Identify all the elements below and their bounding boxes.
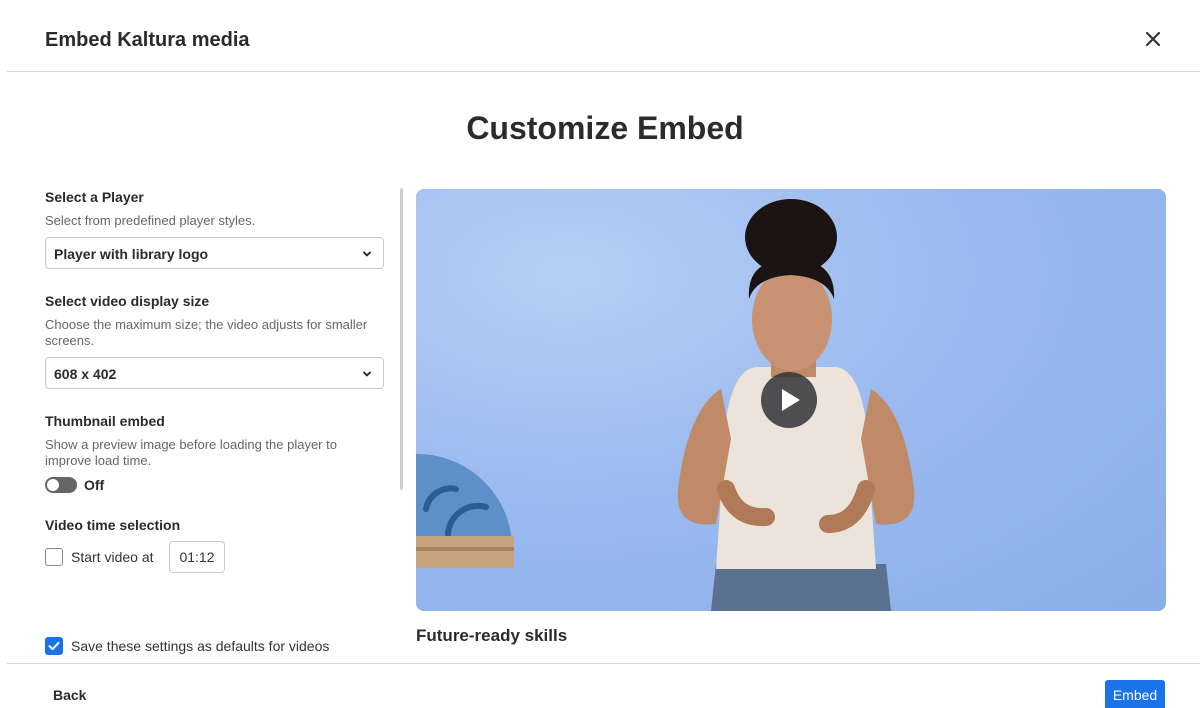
chevron-down-icon (363, 251, 371, 257)
chevron-down-icon (363, 371, 371, 377)
size-select-value: 608 x 402 (54, 366, 117, 382)
play-button[interactable] (761, 372, 817, 428)
footer-divider (7, 663, 1200, 664)
thumbnail-toggle-state: Off (84, 477, 105, 493)
embed-button[interactable]: Embed (1105, 680, 1165, 708)
player-select[interactable]: Player with library logo (45, 237, 384, 269)
settings-scrollbar[interactable] (400, 188, 403, 490)
time-selection-label: Video time selection (45, 517, 181, 533)
size-help: Choose the maximum size; the video adjus… (45, 317, 368, 348)
size-select[interactable]: 608 x 402 (45, 357, 384, 389)
dialog-title: Embed Kaltura media (45, 29, 250, 51)
back-button[interactable]: Back (53, 687, 86, 703)
close-button[interactable] (1140, 26, 1166, 52)
thumbnail-help: Show a preview image before loading the … (45, 437, 337, 468)
start-time-input[interactable]: 01:12 (169, 541, 225, 573)
close-icon (1145, 31, 1161, 47)
player-select-value: Player with library logo (54, 246, 209, 262)
page-title: Customize Embed (466, 110, 744, 146)
player-help: Select from predefined player styles. (45, 213, 256, 228)
player-label: Select a Player (45, 189, 144, 205)
video-preview[interactable] (416, 189, 1166, 611)
thumbnail-label: Thumbnail embed (45, 413, 165, 429)
start-video-checkbox[interactable] (45, 548, 63, 566)
play-icon (782, 389, 800, 411)
start-video-label: Start video at (71, 549, 154, 565)
size-label: Select video display size (45, 293, 210, 309)
dialog-header: Embed Kaltura media (0, 0, 1200, 72)
save-defaults-label: Save these settings as defaults for vide… (71, 638, 330, 654)
thumbnail-toggle[interactable] (45, 477, 77, 493)
video-title: Future-ready skills (416, 626, 568, 645)
toggle-knob (47, 479, 59, 491)
save-defaults-checkbox[interactable] (45, 637, 63, 655)
checkmark-icon (48, 641, 60, 651)
header-divider (7, 71, 1200, 72)
